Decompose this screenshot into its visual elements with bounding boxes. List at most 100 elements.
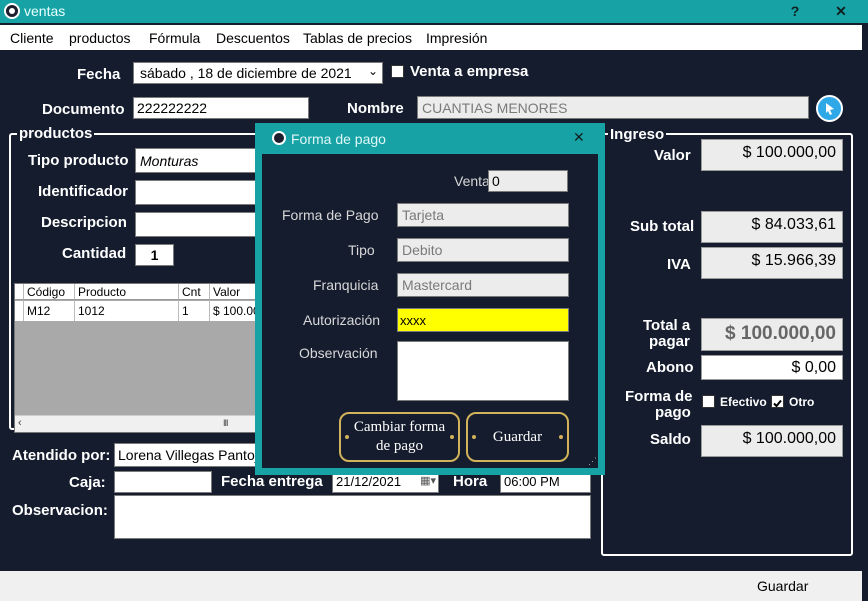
descripcion-input[interactable]: [135, 212, 259, 237]
forma-pago-label: Forma de Pago: [282, 207, 379, 223]
observacion-dialog-textarea[interactable]: [397, 341, 569, 401]
valor-field: $ 100.000,00: [701, 139, 843, 171]
tipo-producto-label: Tipo producto: [28, 152, 129, 169]
pointer-icon: [826, 103, 834, 115]
otro-label: Otro: [789, 395, 815, 409]
menu-tablas-precios[interactable]: Tablas de precios: [303, 30, 412, 46]
cambiar-line1: Cambiar forma: [353, 419, 446, 435]
dialog-title-bar[interactable]: Forma de pago ✕: [255, 123, 605, 153]
window-title: ventas: [24, 3, 66, 19]
venta-label: Venta: [454, 173, 490, 189]
efectivo-label: Efectivo: [720, 395, 767, 409]
abono-label: Abono: [646, 359, 694, 376]
guardar-button[interactable]: Guardar: [466, 412, 569, 462]
total-label-line2: pagar: [649, 333, 690, 350]
tipo-label: Tipo: [348, 242, 375, 258]
identificador-label: Identificador: [38, 183, 129, 200]
franquicia-label: Franquicia: [313, 277, 379, 293]
hora-label: Hora: [453, 473, 488, 490]
app-icon: [4, 3, 20, 19]
efectivo-checkbox[interactable]: [702, 395, 715, 408]
nombre-input[interactable]: CUANTIAS MENORES: [417, 96, 809, 119]
subtotal-label: Sub total: [630, 218, 695, 235]
cambiar-forma-pago-button[interactable]: Cambiar forma de pago: [339, 412, 460, 462]
fecha-value: sábado , 18 de diciembre de 2021: [140, 65, 352, 81]
nombre-label: Nombre: [347, 100, 404, 117]
table-cell[interactable]: M12: [24, 301, 75, 321]
fecha-entrega-label: Fecha entrega: [221, 473, 323, 490]
col-producto[interactable]: Producto: [75, 284, 179, 300]
forma-label-line2: pago: [655, 404, 691, 421]
menu-descuentos[interactable]: Descuentos: [216, 30, 290, 46]
venta-input[interactable]: 0: [488, 170, 568, 192]
title-bar: ventas ? ✕: [0, 0, 868, 23]
cambiar-line2: de pago: [375, 438, 424, 454]
menu-productos[interactable]: productos: [69, 30, 130, 46]
col-codigo[interactable]: Código: [24, 284, 75, 300]
documento-label: Documento: [42, 101, 125, 118]
sales-window: ventas ? ✕ Cliente productos Fórmula Des…: [0, 0, 868, 601]
saldo-field: $ 100.000,00: [701, 425, 843, 457]
table-cell[interactable]: 1: [179, 301, 210, 321]
col-cnt[interactable]: Cnt: [179, 284, 210, 300]
iva-field: $ 15.966,39: [701, 247, 843, 279]
forma-label-line1: Forma de: [625, 388, 693, 405]
table-cell[interactable]: 1012: [75, 301, 179, 321]
caja-input[interactable]: [114, 471, 212, 493]
productos-grid: Código Producto Cnt Valor M12 1012 1 $ 1…: [14, 283, 267, 433]
menu-impresion[interactable]: Impresión: [426, 30, 487, 46]
atendido-label: Atendido por:: [12, 447, 111, 464]
scroll-grip[interactable]: III: [223, 418, 228, 428]
saldo-label: Saldo: [650, 431, 691, 448]
menu-formula[interactable]: Fórmula: [149, 30, 200, 46]
otro-checkbox[interactable]: [771, 395, 784, 408]
descripcion-label: Descripcion: [41, 214, 127, 231]
abono-input[interactable]: $ 0,00: [701, 355, 843, 380]
documento-input[interactable]: 222222222: [133, 97, 309, 119]
autorizacion-input[interactable]: xxxx: [397, 308, 569, 332]
total-field: $ 100.000,00: [701, 318, 843, 351]
checkmark-icon: [773, 399, 782, 408]
scroll-left-icon[interactable]: ‹: [18, 417, 22, 429]
productos-title: productos: [17, 125, 95, 142]
dialog-body: Venta 0 Forma de Pago Tarjeta Tipo Debit…: [262, 154, 598, 468]
help-button[interactable]: ?: [772, 0, 818, 23]
tipo-field[interactable]: Debito: [397, 238, 569, 262]
atendido-input[interactable]: Lorena Villegas Pantoja: [114, 443, 264, 467]
franquicia-field[interactable]: Mastercard: [397, 273, 569, 297]
venta-empresa-checkbox[interactable]: [391, 65, 404, 78]
horizontal-scrollbar[interactable]: ‹ III: [15, 415, 266, 432]
status-guardar[interactable]: Guardar: [757, 578, 808, 594]
tipo-producto-select[interactable]: Monturas: [135, 148, 259, 173]
guardar-label: Guardar: [492, 428, 543, 445]
observacion-label: Observacion:: [12, 502, 108, 519]
fecha-picker[interactable]: sábado , 18 de diciembre de 2021 ⌄: [133, 62, 383, 84]
caja-label: Caja:: [69, 474, 106, 491]
total-label-line1: Total a: [643, 317, 691, 334]
menu-cliente[interactable]: Cliente: [10, 30, 54, 46]
subtotal-field: $ 84.033,61: [701, 211, 843, 243]
dialog-app-icon: [272, 131, 286, 145]
dialog-close-button[interactable]: ✕: [573, 129, 585, 146]
cantidad-input[interactable]: 1: [135, 244, 174, 266]
payment-dialog: Forma de pago ✕ Venta 0 Forma de Pago Ta…: [255, 123, 605, 475]
observacion-textarea[interactable]: [114, 495, 591, 539]
close-window-button[interactable]: ✕: [818, 0, 864, 23]
status-bar: Guardar: [0, 571, 862, 601]
cantidad-label: Cantidad: [62, 245, 127, 262]
valor-label: Valor: [654, 147, 691, 164]
observacion-dialog-label: Observación: [299, 345, 378, 361]
resize-grip-icon[interactable]: ⋰: [588, 456, 597, 467]
iva-label: IVA: [667, 256, 691, 273]
grid-row-header: [15, 284, 24, 300]
calendar-dropdown-icon[interactable]: ▦▾: [420, 474, 436, 487]
fecha-entrega-value: 21/12/2021: [336, 474, 402, 489]
ingreso-title: Ingreso: [608, 126, 667, 143]
venta-empresa-label: Venta a empresa: [410, 63, 529, 80]
cursor-select-button[interactable]: [816, 95, 843, 122]
chevron-down-icon[interactable]: ⌄: [368, 64, 378, 78]
forma-pago-field[interactable]: Tarjeta: [397, 203, 569, 227]
identificador-input[interactable]: [135, 180, 259, 205]
table-row-selector[interactable]: [15, 301, 24, 321]
dialog-title: Forma de pago: [291, 131, 386, 147]
